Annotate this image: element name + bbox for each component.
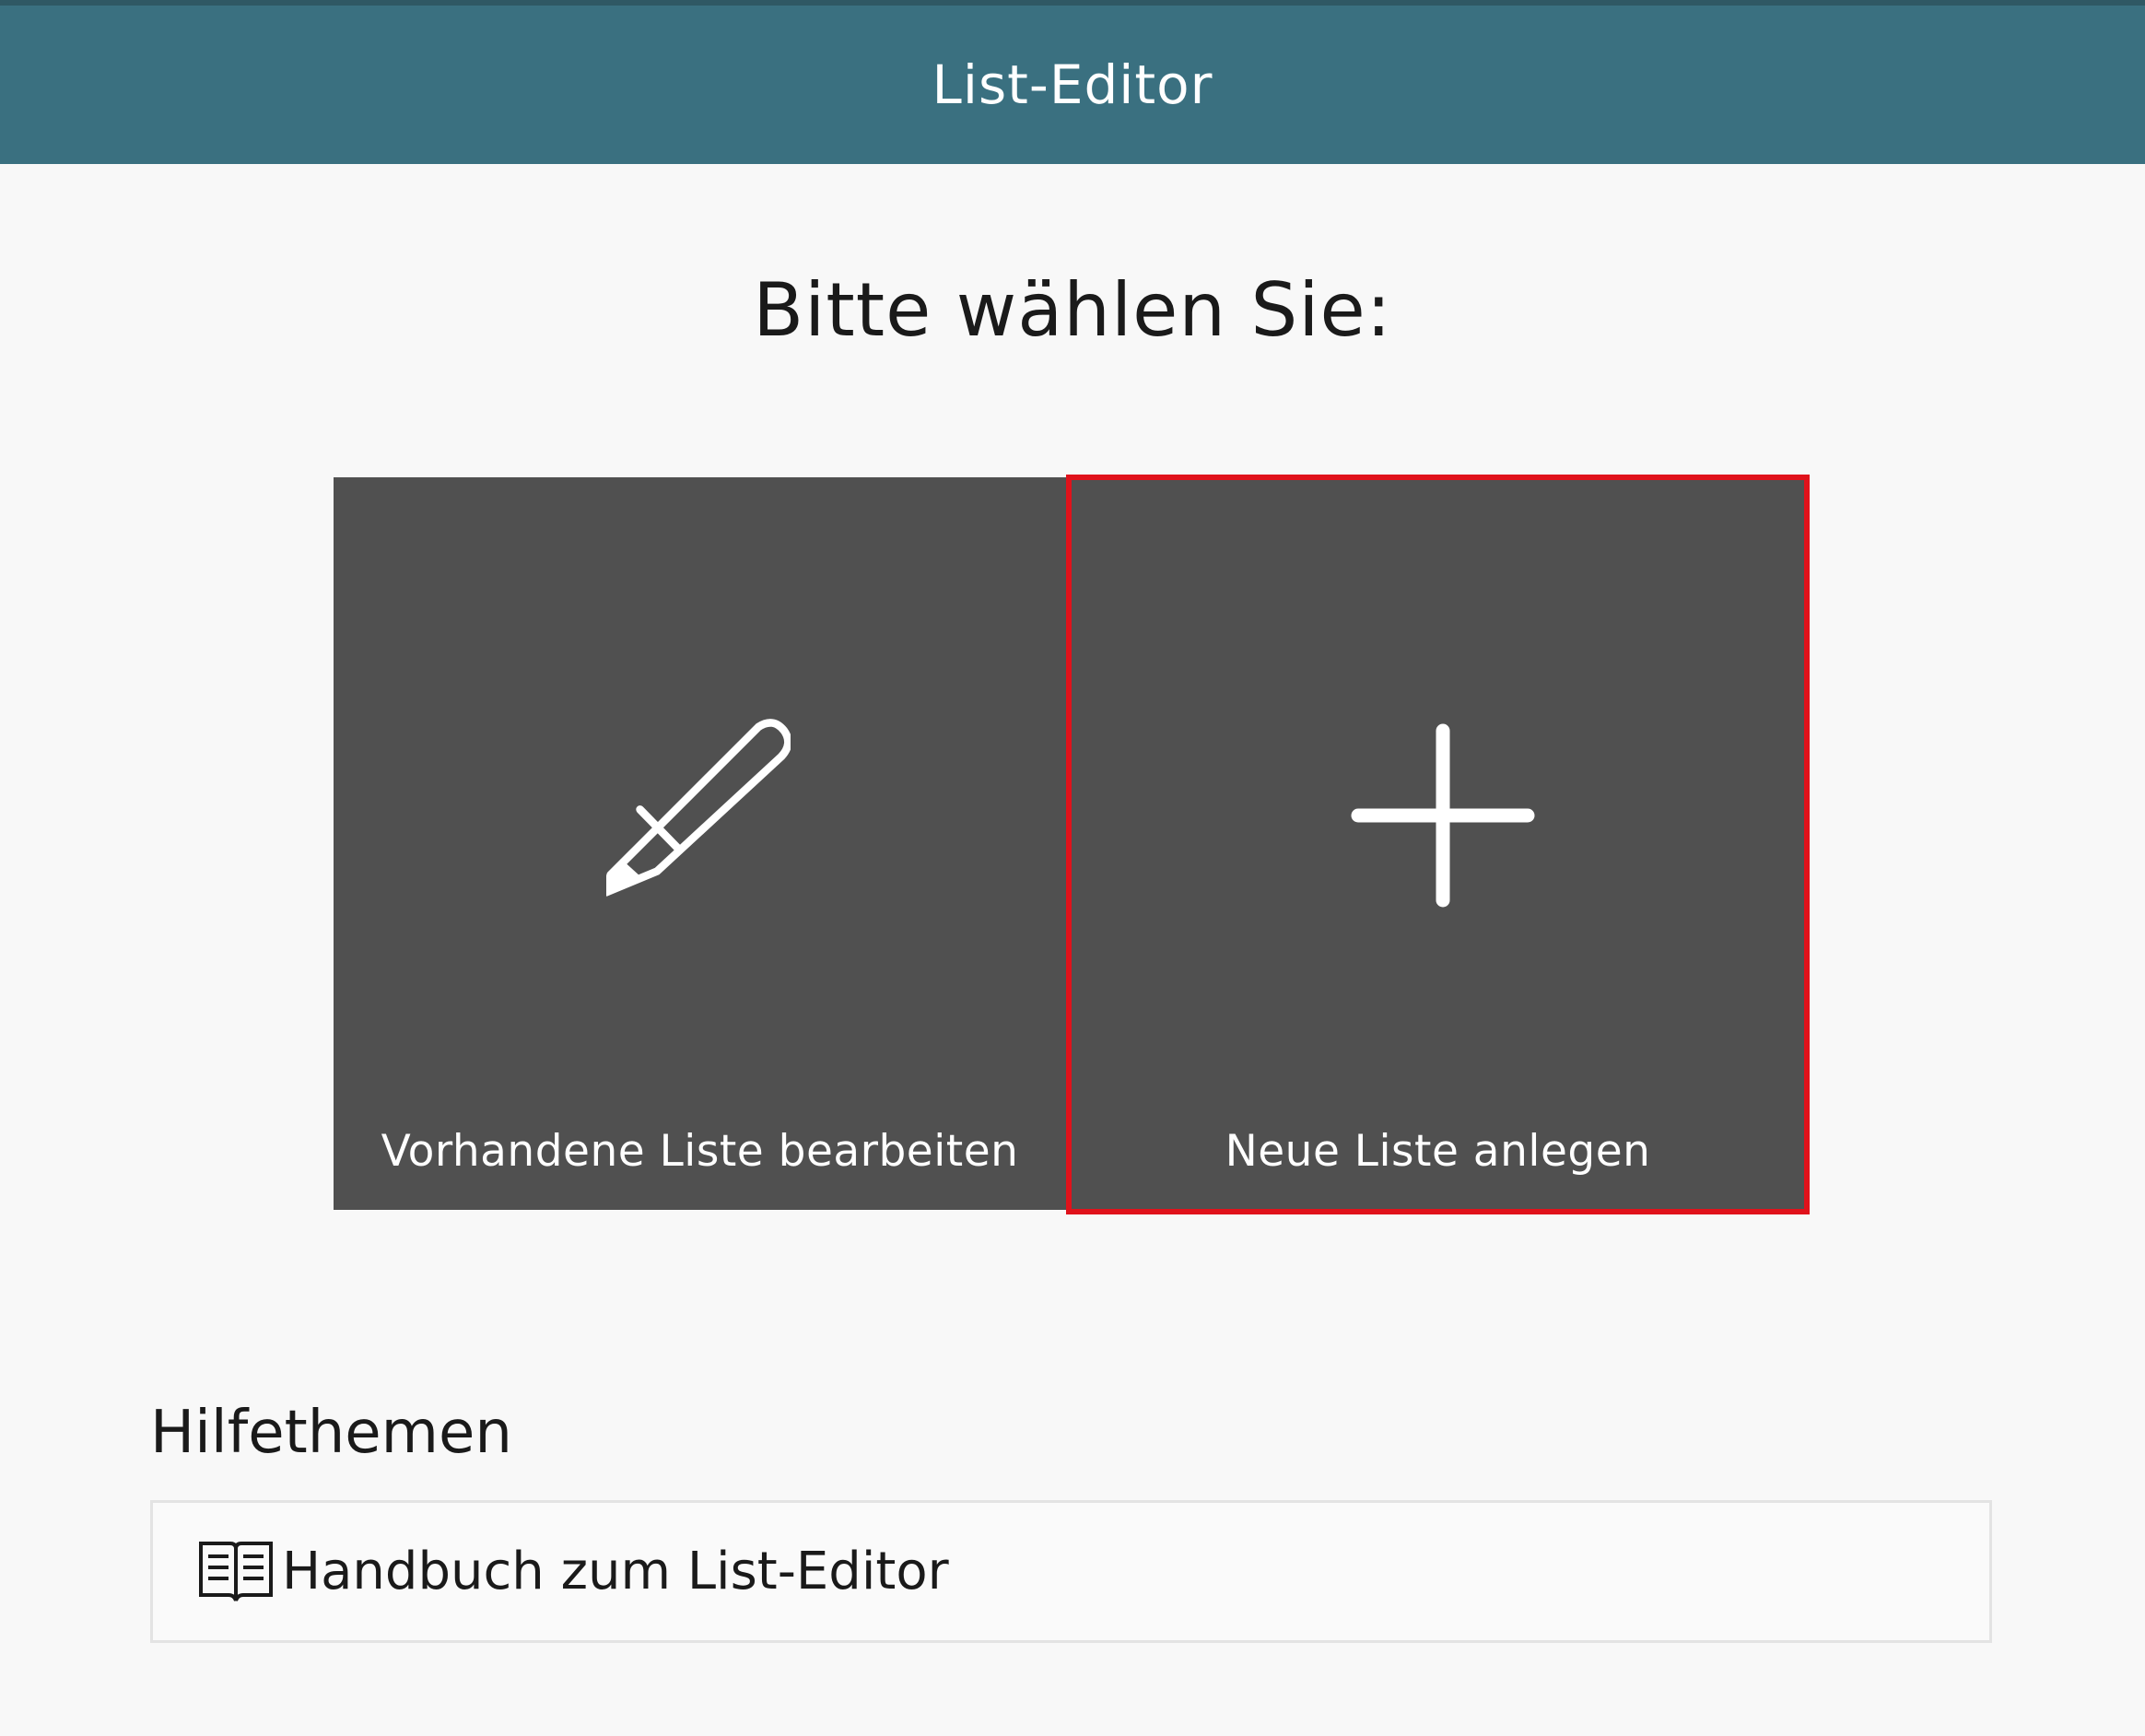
help-manual-link[interactable]: Handbuch zum List-Editor [150, 1500, 1992, 1643]
app-title: List-Editor [932, 53, 1213, 116]
app-header: List-Editor [0, 6, 2145, 164]
plus-icon [1351, 723, 1535, 908]
help-topics-heading: Hilfethemen [150, 1399, 512, 1467]
book-icon [199, 1541, 273, 1601]
create-new-list-button[interactable]: Neue Liste anlegen [1066, 475, 1810, 1214]
choice-prompt: Bitte wählen Sie: [753, 267, 1392, 353]
tile-label: Vorhandene Liste bearbeiten [381, 1126, 1019, 1177]
edit-existing-list-button[interactable]: Vorhandene Liste bearbeiten [334, 477, 1066, 1210]
tile-label: Neue Liste anlegen [1225, 1126, 1651, 1177]
pencil-icon [606, 719, 791, 897]
help-manual-label: Handbuch zum List-Editor [282, 1542, 949, 1601]
